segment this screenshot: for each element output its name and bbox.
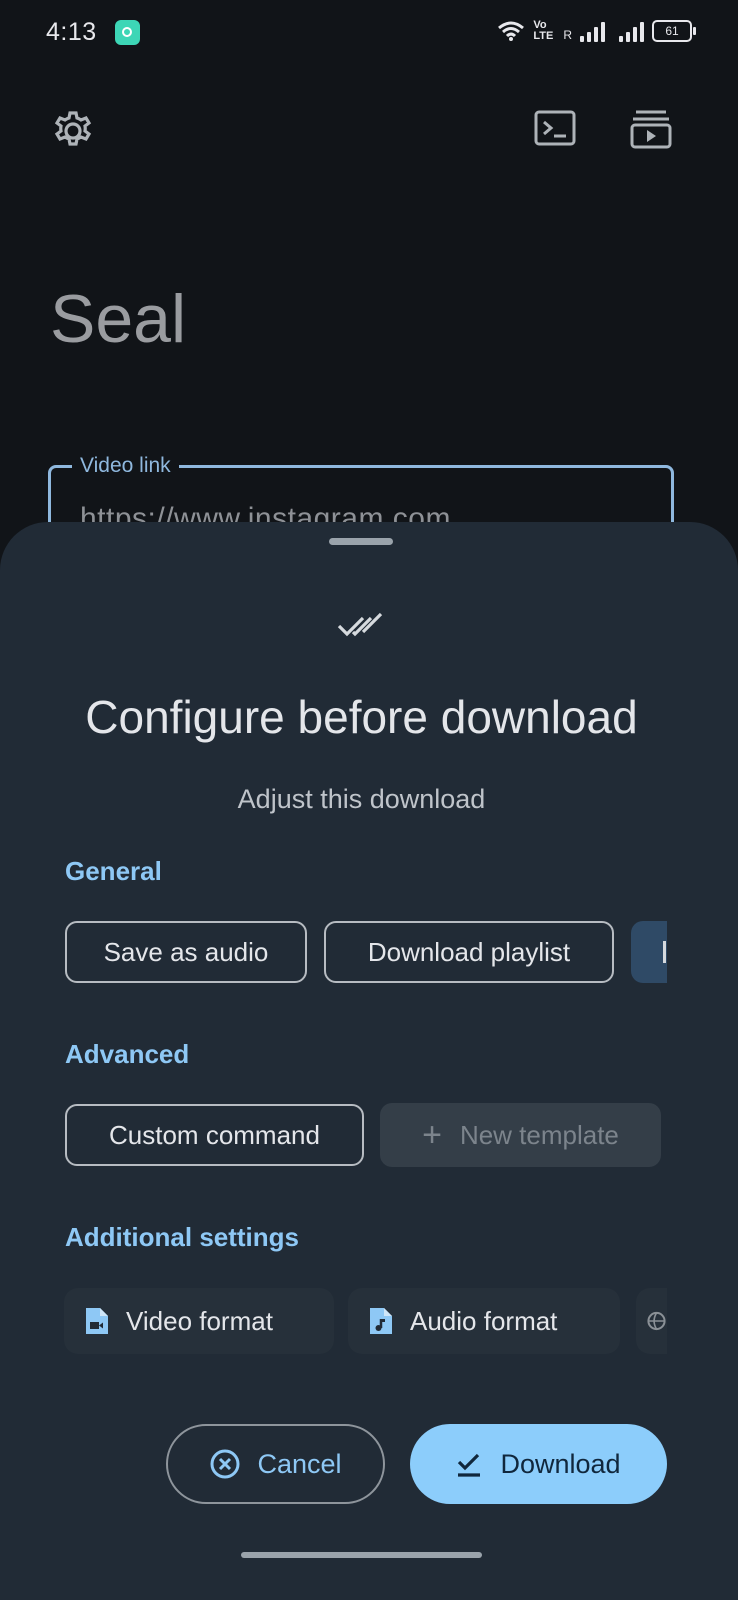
save-as-audio-chip[interactable]: Save as audio <box>65 921 307 983</box>
chip-label: Save as audio <box>103 936 269 967</box>
sheet-subtitle: Adjust this download <box>237 784 486 814</box>
page-title: Seal <box>50 281 187 357</box>
wifi-icon <box>498 21 525 41</box>
download-check-icon <box>458 1453 481 1477</box>
audio-format-button[interactable]: Audio format <box>348 1288 620 1354</box>
download-button[interactable]: Download <box>410 1424 667 1504</box>
cancel-label: Cancel <box>257 1448 342 1479</box>
video-format-button[interactable]: Video format <box>64 1288 334 1354</box>
volte-indicator: Vo LTE <box>533 19 554 42</box>
plus-icon: + <box>422 1116 442 1154</box>
new-template-chip[interactable]: + New template <box>380 1103 661 1167</box>
signal-icon-2 <box>619 20 644 42</box>
configure-bottom-sheet: Configure before download Adjust this do… <box>0 522 738 1600</box>
status-indicators: Vo LTE R 61 <box>497 19 696 42</box>
settings-gear-icon[interactable] <box>52 110 94 157</box>
chip-label: Custom command <box>109 1119 320 1150</box>
chip-label: New template <box>459 1119 619 1150</box>
more-settings-chip[interactable] <box>636 1288 667 1354</box>
globe-icon <box>647 1311 666 1331</box>
download-label: Download <box>500 1448 621 1479</box>
cancel-button[interactable]: Cancel <box>166 1424 385 1504</box>
battery-icon: 61 <box>652 20 696 42</box>
sheet-title: Configure before download <box>85 691 638 743</box>
setting-label: Video format <box>126 1305 273 1336</box>
custom-command-chip[interactable]: Custom command <box>65 1104 364 1166</box>
terminal-icon[interactable] <box>534 110 576 151</box>
download-playlist-chip[interactable]: Download playlist <box>324 921 614 983</box>
notification-app-icon <box>115 20 140 45</box>
video-file-icon <box>86 1308 108 1334</box>
drag-handle[interactable] <box>329 538 393 545</box>
status-time: 4:13 <box>46 18 97 46</box>
gesture-nav-bar[interactable] <box>241 1552 482 1558</box>
roaming-indicator: R <box>563 28 572 42</box>
section-additional-settings: Additional settings <box>65 1222 299 1252</box>
section-advanced: Advanced <box>65 1039 190 1069</box>
status-bar: 4:13 Vo LTE R 61 <box>0 0 738 66</box>
section-general: General <box>65 856 162 886</box>
double-check-icon <box>337 612 383 637</box>
chip-label: Download playlist <box>367 936 571 967</box>
setting-label: Audio format <box>410 1305 558 1336</box>
playlist-icon[interactable] <box>630 108 672 155</box>
video-link-label: Video link <box>72 454 179 478</box>
cancel-circle-icon <box>210 1449 240 1479</box>
audio-file-icon <box>370 1308 392 1334</box>
signal-icon <box>580 20 605 42</box>
more-general-chip[interactable] <box>631 921 667 983</box>
